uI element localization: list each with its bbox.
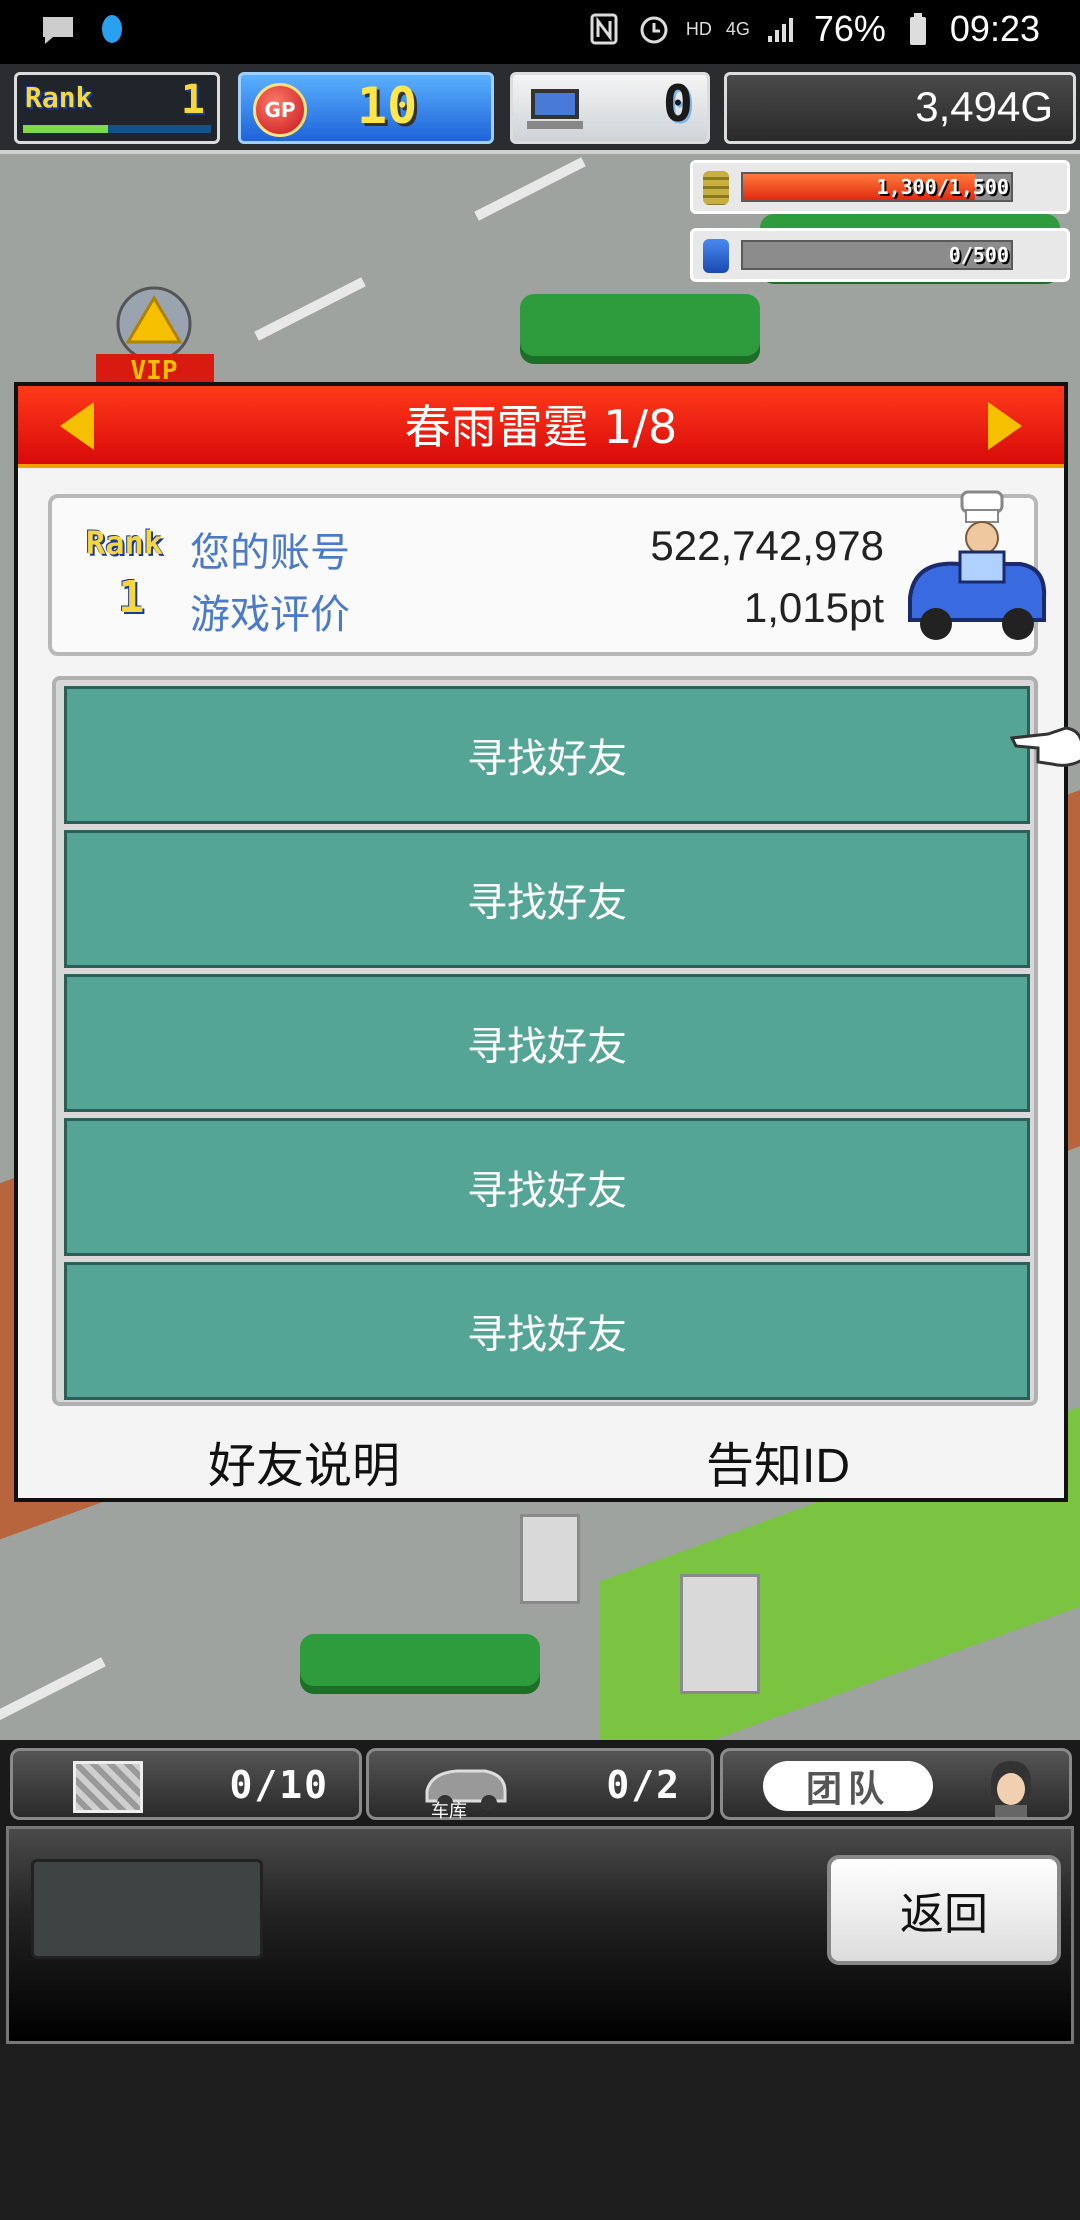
friends-dialog: 春雨雷霆 1/8 Rank 1 您的账号 522,742,978 游戏评价 1,… <box>14 382 1080 1502</box>
find-friend-button-5[interactable]: 寻找好友 <box>64 1262 1030 1400</box>
back-button[interactable]: 返回 <box>827 1855 1061 1965</box>
fuel-bar: 1,300/1,500 <box>690 160 1070 214</box>
next-page-arrow-icon[interactable] <box>988 402 1022 450</box>
top-hud: Rank 1 GP 10 0 3,494G <box>0 64 1080 154</box>
network-type: 4G <box>725 18 750 39</box>
screen-bottom-area <box>0 2044 1080 2220</box>
road-marking <box>254 277 366 341</box>
profile-rank-value: 1 <box>118 572 145 623</box>
battery-percent: 76% <box>813 8 886 49</box>
road-marking <box>474 157 586 221</box>
rating-label: 游戏评价 <box>190 592 350 638</box>
friend-slot-list: 寻找好友 寻找好友 寻找好友 寻找好友 寻找好友 <box>52 676 1038 1406</box>
storage-tab[interactable]: 0/10 <box>10 1748 362 1820</box>
profile-rank-label: Rank <box>86 524 164 562</box>
nfc-icon <box>586 11 622 47</box>
rating-value: 1,015pt <box>743 584 884 631</box>
vip-label: VIP <box>131 356 178 384</box>
clock-time: 09:23 <box>949 8 1040 49</box>
account-value: 522,742,978 <box>650 522 884 569</box>
status-bar: HD 4G 76% 09:23 <box>0 0 1080 64</box>
profile-card: Rank 1 您的账号 522,742,978 游戏评价 1,015pt <box>48 490 1047 656</box>
garage-label: 车库 <box>431 1801 467 1822</box>
gp-coin-icon: GP <box>253 83 307 137</box>
coins-icon <box>703 171 729 205</box>
pointing-hand-icon <box>1009 726 1080 767</box>
dialog-title: 春雨雷霆 1/8 <box>404 400 678 454</box>
curb-pillar <box>680 1574 760 1694</box>
road-marking <box>0 1657 106 1721</box>
message-icon <box>40 12 76 48</box>
find-friend-button-4[interactable]: 寻找好友 <box>64 1118 1030 1256</box>
crate-icon <box>73 1761 143 1813</box>
share-id-link[interactable]: 告知ID <box>706 1426 850 1496</box>
rank-label: Rank <box>25 81 93 114</box>
storage-count: 0/10 <box>229 1763 329 1807</box>
research-drop-icon <box>703 239 729 273</box>
fuel-value: 1,300/1,500 <box>876 175 1009 199</box>
chef-car-avatar-icon <box>908 490 1047 640</box>
gp-counter[interactable]: GP 10 <box>238 72 494 144</box>
friend-explanation-link[interactable]: 好友说明 <box>208 1426 400 1496</box>
rank-progress-bar <box>23 125 211 133</box>
hedge <box>300 1634 540 1694</box>
battery-icon <box>900 11 936 47</box>
find-friend-button-2[interactable]: 寻找好友 <box>64 830 1030 968</box>
rank-progress-fill <box>23 125 108 133</box>
pc-value: 0 <box>662 75 693 133</box>
computer-icon <box>527 89 583 129</box>
find-friend-button-3[interactable]: 寻找好友 <box>64 974 1030 1112</box>
team-tab[interactable]: 团队 <box>720 1748 1072 1820</box>
bottom-command-panel: 返回 <box>6 1826 1074 2044</box>
vip-badge-icon[interactable]: VIP <box>92 284 222 384</box>
research-pc-counter[interactable]: 0 <box>510 72 710 144</box>
staff-avatar-icon <box>991 1761 1031 1817</box>
gp-value: 10 <box>357 77 418 135</box>
hedge <box>520 294 760 364</box>
hd-indicator: HD <box>685 18 712 39</box>
find-friend-button-1[interactable]: 寻找好友 <box>64 686 1030 824</box>
team-label: 团队 <box>763 1761 933 1811</box>
player-rank-box: Rank 1 <box>14 72 220 144</box>
garage-tab[interactable]: 车库 0/2 <box>366 1748 714 1822</box>
bottom-tab-bar: 0/10 车库 0/2 团队 <box>0 1740 1080 1826</box>
rank-value: 1 <box>180 77 205 123</box>
money-value: 3,494G <box>915 83 1053 130</box>
alarm-icon <box>636 11 672 47</box>
dialog-header: 春雨雷霆 1/8 <box>18 386 1064 468</box>
curb-pillar <box>520 1514 580 1604</box>
garage-count: 0/2 <box>606 1763 681 1807</box>
account-label: 您的账号 <box>190 530 350 576</box>
money-display: 3,494G <box>724 72 1076 144</box>
signal-icon <box>764 11 800 47</box>
empty-command-slot <box>31 1859 263 1959</box>
research-bar: 0/500 <box>690 228 1070 282</box>
research-value: 0/500 <box>948 243 1009 267</box>
qq-penguin-icon <box>94 12 130 48</box>
